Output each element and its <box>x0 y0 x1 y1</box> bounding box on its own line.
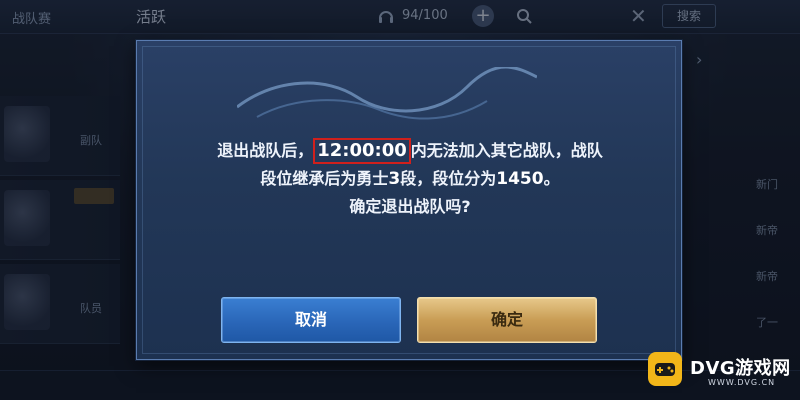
gamepad-logo-icon <box>648 352 682 386</box>
watermark: DVG游戏网 WWW.DVG.CN <box>644 348 794 394</box>
watermark-title: DVG游戏网 <box>690 358 791 379</box>
message-text: 内无法加入其它战队，战队 <box>410 141 603 160</box>
cloud-ornament-icon <box>237 67 537 120</box>
message-line-3: 确定退出战队吗? <box>349 197 471 216</box>
rank-number: 3 <box>388 169 401 189</box>
message-text: 。 <box>543 169 560 188</box>
cooldown-time: 12:00:00 <box>313 138 411 164</box>
message-text: 退出战队后， <box>217 141 314 160</box>
watermark-url: WWW.DVG.CN <box>708 378 776 387</box>
rank-score: 1450 <box>496 169 544 189</box>
confirm-button[interactable]: 确定 <box>417 297 597 343</box>
message-text: 段，段位分为 <box>400 169 497 188</box>
dialog-message: 退出战队后， 12:00:00 内无法加入其它战队，战队 段位继承后为勇士3段，段位… <box>157 137 663 221</box>
message-line-2: 段位继承后为勇士3段，段位分为1450。 <box>157 165 663 193</box>
message-line-1: 退出战队后， 12:00:00 内无法加入其它战队，战队 <box>157 137 663 165</box>
cancel-button[interactable]: 取消 <box>221 297 401 343</box>
message-text: 段位继承后为勇士 <box>260 169 389 188</box>
confirm-leave-dialog: 退出战队后， 12:00:00 内无法加入其它战队，战队 段位继承后为勇士3段，段位… <box>136 40 682 360</box>
gamepad-icon <box>655 363 675 376</box>
